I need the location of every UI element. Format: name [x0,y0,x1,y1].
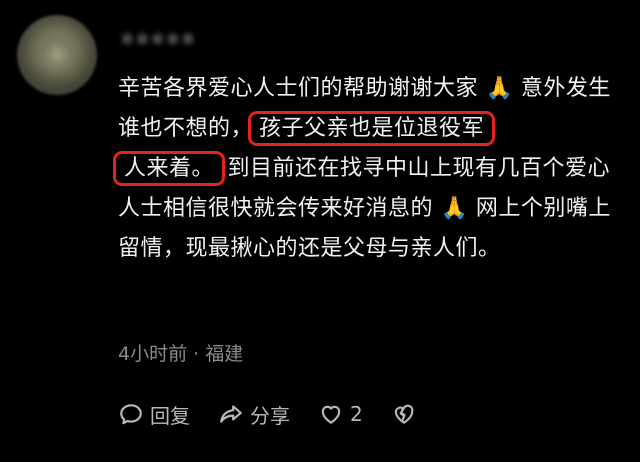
username[interactable]: ※※※※※ [120,30,196,50]
comment-text-part-1: 辛苦各界爱心人士们的帮助谢谢大家 [118,76,479,101]
pray-emoji-icon: 🙏 [485,76,514,101]
pray-emoji-icon-2: 🙏 [440,196,469,221]
dislike-button[interactable] [391,401,423,427]
reply-label: 回复 [150,403,190,428]
like-count: 2 [350,402,363,426]
share-button[interactable]: 分享 [218,400,290,429]
share-icon [220,405,242,423]
heart-icon [321,405,341,424]
comment-text: 辛苦各界爱心人士们的帮助谢谢大家 🙏 意外发生谁也不想的， 孩子父亲也是位退役军 … [112,69,618,269]
comment-actions: 回复 分享 2 [118,398,423,430]
avatar[interactable] [17,15,97,95]
highlight-box-2: 人来着。 [112,151,226,186]
reply-button[interactable]: 回复 [118,400,190,429]
highlight-box-1: 孩子父亲也是位退役军 [248,111,496,146]
share-label: 分享 [250,403,290,428]
reply-icon [120,404,142,425]
comment-meta: 4小时前 · 福建 [118,343,244,365]
broken-heart-icon [394,404,414,424]
like-button[interactable]: 2 [318,401,363,427]
